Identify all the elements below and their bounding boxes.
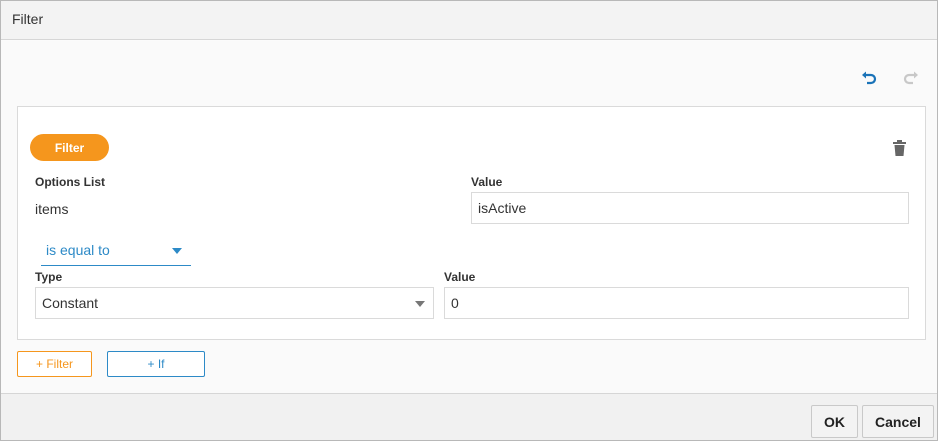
options-list-label: Options List xyxy=(35,175,105,189)
operator-value: is equal to xyxy=(46,242,110,258)
ok-button[interactable]: OK xyxy=(811,405,858,438)
redo-icon xyxy=(903,71,918,85)
value-label: Value xyxy=(471,175,503,189)
operator-dropdown[interactable]: is equal to xyxy=(41,237,191,266)
type-label: Type xyxy=(35,270,63,284)
compare-value-label: Value xyxy=(444,270,476,284)
type-value: Constant xyxy=(42,295,99,311)
dialog-title: Filter xyxy=(12,11,44,27)
dialog-footer: OK Cancel xyxy=(1,393,937,440)
add-if-button[interactable]: + If xyxy=(107,351,205,377)
undo-button[interactable] xyxy=(858,67,880,89)
redo-button[interactable] xyxy=(900,67,922,89)
type-dropdown[interactable]: Constant xyxy=(35,287,434,319)
add-filter-button[interactable]: + Filter xyxy=(17,351,92,377)
cancel-button[interactable]: Cancel xyxy=(862,405,934,438)
filter-panel: Filter Options List items Value isActive… xyxy=(17,106,926,340)
chevron-down-icon xyxy=(172,248,182,254)
chevron-down-icon xyxy=(415,301,425,307)
filter-dialog: Filter Filter Options List items Value i… xyxy=(0,0,938,441)
compare-value-field[interactable]: 0 xyxy=(444,287,909,319)
options-list-value: items xyxy=(35,201,69,217)
delete-filter-button[interactable] xyxy=(888,137,910,159)
filter-pill[interactable]: Filter xyxy=(30,134,109,161)
dialog-titlebar: Filter xyxy=(1,1,937,40)
value-field[interactable]: isActive xyxy=(471,192,909,224)
undo-icon xyxy=(862,71,877,85)
trash-icon xyxy=(892,140,906,156)
dialog-body: Filter Options List items Value isActive… xyxy=(1,41,937,393)
